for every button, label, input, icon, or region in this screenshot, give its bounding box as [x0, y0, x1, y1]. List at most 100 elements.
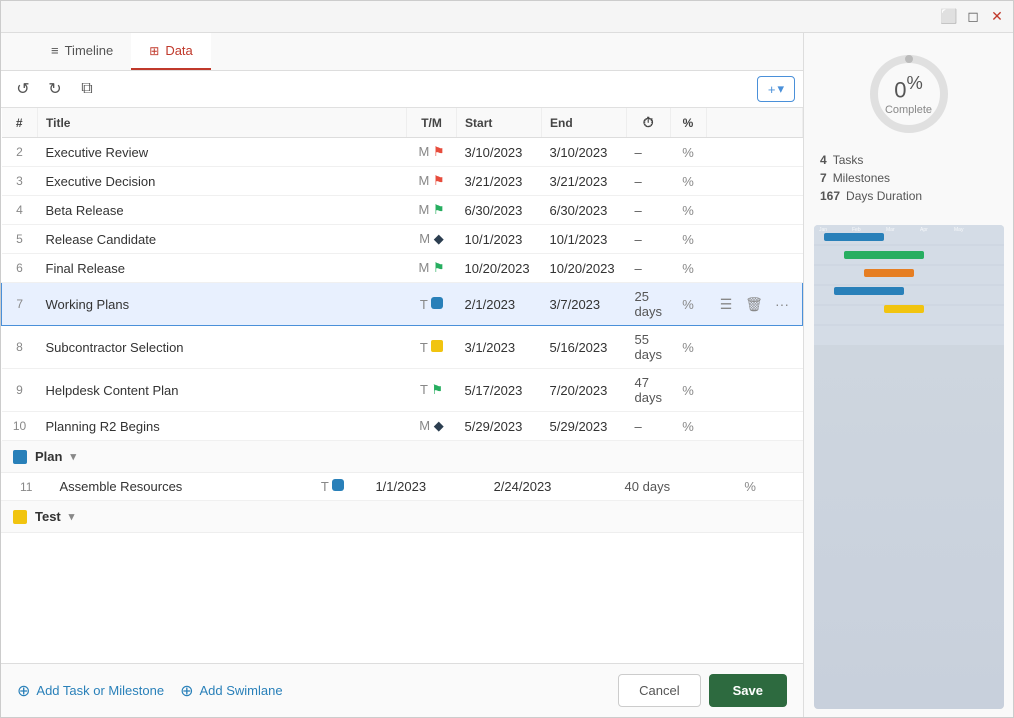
data-table: # Title T/M Start End ⏱ % 2 Ex — [1, 108, 803, 441]
row-end: 7/20/2023 — [542, 369, 627, 412]
col-pct: % — [670, 108, 706, 138]
gantt-preview-svg: Jan Feb Mar Apr May — [814, 225, 1004, 345]
tab-bar: ≡ Timeline ⊞ Data — [1, 33, 803, 71]
table-row[interactable]: 9 Helpdesk Content Plan T ⚑ 5/17/2023 7/… — [2, 369, 803, 412]
svg-text:Apr: Apr — [920, 227, 928, 233]
pct-sup: % — [906, 72, 922, 93]
col-clock: ⏱ — [627, 108, 670, 138]
row-actions-cell — [706, 196, 803, 225]
add-task-button[interactable]: ⊕ Add Task or Milestone — [17, 681, 164, 701]
row-start: 5/17/2023 — [457, 369, 542, 412]
tab-timeline[interactable]: ≡ Timeline — [33, 33, 131, 70]
tab-data[interactable]: ⊞ Data — [131, 33, 211, 70]
duration-count: 167 — [820, 189, 840, 203]
row-num: 8 — [2, 326, 38, 369]
row-title[interactable]: Working Plans — [38, 283, 407, 326]
left-panel: ≡ Timeline ⊞ Data ↺ ↻ ⧉ + ▾ — [1, 33, 803, 717]
row-title[interactable]: Release Candidate — [38, 225, 407, 254]
row-title[interactable]: Beta Release — [38, 196, 407, 225]
tasks-label: Tasks — [833, 153, 864, 167]
row-num: 9 — [2, 369, 38, 412]
row-actions-cell — [706, 138, 803, 167]
row-num: 6 — [2, 254, 38, 283]
milestones-label: Milestones — [833, 171, 890, 185]
row-num: 5 — [2, 225, 38, 254]
row-start: 1/1/2023 — [367, 473, 485, 501]
table-row[interactable]: 2 Executive Review M ⚑ 3/10/2023 3/10/20… — [2, 138, 803, 167]
row-start: 3/21/2023 — [457, 167, 542, 196]
add-swimlane-button[interactable]: ⊕ Add Swimlane — [180, 681, 283, 701]
row-start: 3/10/2023 — [457, 138, 542, 167]
clipboard-button[interactable]: ⧉ — [73, 75, 101, 103]
row-duration: 55 days — [627, 326, 670, 369]
row-start: 10/1/2023 — [457, 225, 542, 254]
row-num: 10 — [2, 412, 38, 441]
row-pct: % — [670, 283, 706, 326]
delete-row-button[interactable]: 🗑 — [742, 292, 766, 316]
section-plan[interactable]: Plan ▾ — [1, 441, 803, 473]
table-row[interactable]: 3 Executive Decision M ⚑ 3/21/2023 3/21/… — [2, 167, 803, 196]
row-actions-cell — [706, 369, 803, 412]
green-flag-icon: ⚑ — [433, 260, 445, 275]
section-test[interactable]: Test ▾ — [1, 501, 803, 533]
row-actions-cell — [706, 326, 803, 369]
row-duration: 25 days — [627, 283, 670, 326]
row-title[interactable]: Executive Review — [38, 138, 407, 167]
cancel-button[interactable]: Cancel — [618, 674, 700, 707]
row-num: 3 — [2, 167, 38, 196]
pct-value: 0 — [894, 78, 906, 103]
close-button[interactable]: ✕ — [989, 9, 1005, 25]
row-title[interactable]: Planning R2 Begins — [38, 412, 407, 441]
row-type: T ⚑ — [407, 369, 457, 412]
row-end: 10/20/2023 — [542, 254, 627, 283]
table-row[interactable]: 6 Final Release M ⚑ 10/20/2023 10/20/202… — [2, 254, 803, 283]
row-num: 7 — [2, 283, 38, 326]
row-type: M ⚑ — [407, 167, 457, 196]
row-title[interactable]: Assemble Resources — [51, 473, 297, 501]
col-num: # — [2, 108, 38, 138]
row-actions-cell — [775, 473, 803, 501]
row-title[interactable]: Subcontractor Selection — [38, 326, 407, 369]
red-flag-icon: ⚑ — [433, 173, 445, 188]
chevron-down-icon: ▾ — [777, 81, 784, 97]
svg-text:May: May — [954, 227, 964, 233]
row-start: 10/20/2023 — [457, 254, 542, 283]
add-dropdown-button[interactable]: + ▾ — [757, 76, 795, 102]
table-row[interactable]: 11 Assemble Resources T 1/1/2023 2/24/20… — [1, 473, 803, 501]
plan-chevron-icon: ▾ — [70, 450, 76, 463]
row-num: 2 — [2, 138, 38, 167]
row-title[interactable]: Final Release — [38, 254, 407, 283]
table-row[interactable]: 5 Release Candidate M ◆ 10/1/2023 10/1/2… — [2, 225, 803, 254]
maximize-button[interactable]: ◻ — [965, 9, 981, 25]
table-row[interactable]: 4 Beta Release M ⚑ 6/30/2023 6/30/2023 –… — [2, 196, 803, 225]
col-actions — [706, 108, 803, 138]
completion-pct: 0% — [885, 72, 932, 103]
table-row[interactable]: 10 Planning R2 Begins M ◆ 5/29/2023 5/29… — [2, 412, 803, 441]
col-tm: T/M — [407, 108, 457, 138]
save-button[interactable]: Save — [709, 674, 787, 707]
minimize-button[interactable]: ⬜ — [941, 9, 957, 25]
row-num: 4 — [2, 196, 38, 225]
row-actions: ☰ 🗑 ··· — [714, 292, 794, 316]
redo-button[interactable]: ↻ — [41, 75, 69, 103]
title-bar: ⬜ ◻ ✕ — [1, 1, 1013, 33]
svg-text:Jan: Jan — [819, 227, 827, 233]
blue-dot-icon — [431, 297, 443, 309]
row-duration: – — [627, 254, 670, 283]
row-end: 3/21/2023 — [542, 167, 627, 196]
test-section-icon — [13, 510, 27, 524]
row-type: M ◆ — [407, 412, 457, 441]
table-row[interactable]: 7 Working Plans T 2/1/2023 3/7/2023 25 d… — [2, 283, 803, 326]
stats-list: 4Tasks 7Milestones 167Days Duration — [812, 151, 1005, 205]
undo-button[interactable]: ↺ — [9, 75, 37, 103]
table-row[interactable]: 8 Subcontractor Selection T 3/1/2023 5/1… — [2, 326, 803, 369]
row-title[interactable]: Helpdesk Content Plan — [38, 369, 407, 412]
table-header-row: # Title T/M Start End ⏱ % — [2, 108, 803, 138]
row-title[interactable]: Executive Decision — [38, 167, 407, 196]
plan-section-table: 11 Assemble Resources T 1/1/2023 2/24/20… — [1, 473, 803, 501]
plan-section-body: 11 Assemble Resources T 1/1/2023 2/24/20… — [1, 473, 803, 501]
table-body: 2 Executive Review M ⚑ 3/10/2023 3/10/20… — [2, 138, 803, 441]
more-options-button[interactable]: ··· — [770, 292, 794, 316]
list-view-button[interactable]: ☰ — [714, 292, 738, 316]
footer-bar: ⊕ Add Task or Milestone ⊕ Add Swimlane C… — [1, 663, 803, 717]
